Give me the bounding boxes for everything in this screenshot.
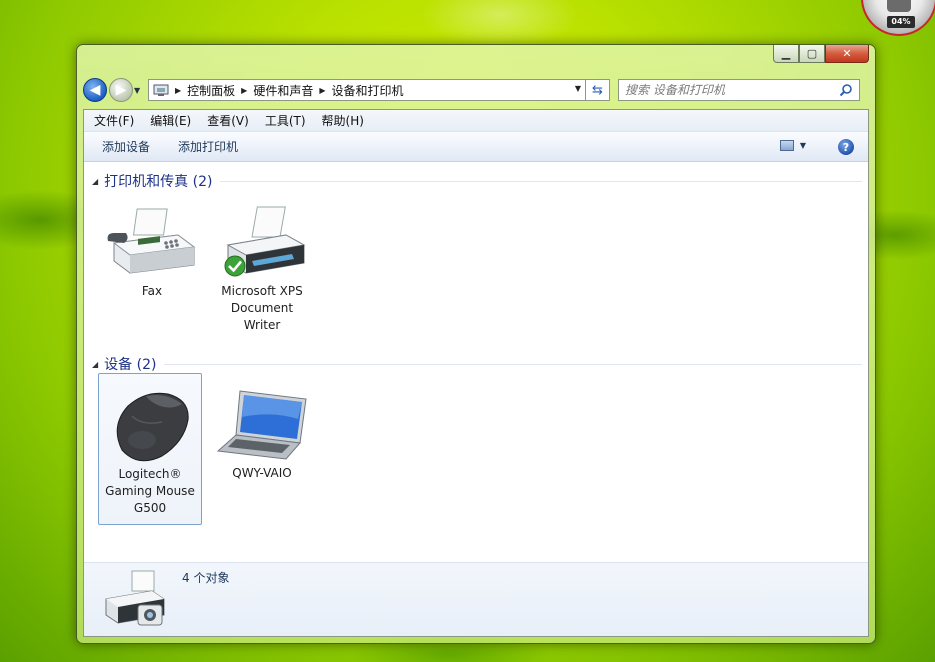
view-dropdown-icon[interactable]: ▼	[800, 141, 806, 150]
device-label-fax: Fax	[141, 284, 163, 298]
add-printer-button[interactable]: 添加打印机	[178, 138, 238, 155]
menu-tools[interactable]: 工具(T)	[265, 112, 306, 129]
menu-help[interactable]: 帮助(H)	[322, 112, 364, 129]
group-divider	[220, 180, 862, 182]
menu-view[interactable]: 查看(V)	[207, 112, 249, 129]
laptop-icon	[214, 385, 310, 465]
group-divider	[164, 363, 862, 365]
device-label-xps-writer: Microsoft XPS Document Writer	[221, 284, 303, 332]
search-box[interactable]	[618, 79, 860, 101]
gadget-value: 04%	[887, 16, 915, 28]
collapse-triangle-icon[interactable]: ◢	[92, 177, 98, 186]
item-count-text: 4 个对象	[182, 571, 230, 585]
gadget-dial	[887, 0, 911, 12]
device-tile-xps-writer[interactable]: Microsoft XPS Document Writer	[210, 203, 314, 334]
caption-buttons: ▁ ▢ ✕	[773, 45, 869, 65]
menu-file[interactable]: 文件(F)	[94, 112, 134, 129]
breadcrumb-hardware-and-sound[interactable]: 硬件和声音	[253, 82, 313, 99]
minimize-button[interactable]: ▁	[773, 45, 799, 63]
address-dropdown-icon[interactable]: ▼	[575, 84, 581, 93]
client-area: 文件(F) 编辑(E) 查看(V) 工具(T) 帮助(H) 添加设备 添加打印机…	[83, 109, 869, 637]
printer-icon	[214, 203, 310, 283]
mouse-icon	[102, 386, 198, 466]
address-bar[interactable]: ▶ 控制面板 ▶ 硬件和声音 ▶ 设备和打印机 ▼	[148, 79, 586, 101]
control-panel-icon	[153, 83, 169, 97]
group-header-devices[interactable]: ◢ 设备 (2)	[92, 354, 862, 374]
devices-and-printers-icon	[102, 569, 168, 629]
forward-arrow-icon: ▶	[115, 82, 127, 98]
breadcrumb-devices-and-printers[interactable]: 设备和打印机	[332, 82, 404, 99]
breadcrumb-separator[interactable]: ▶	[241, 86, 247, 95]
device-tile-gaming-mouse[interactable]: Logitech® Gaming Mouse G500	[98, 373, 202, 525]
change-view-button[interactable]: ▼	[779, 140, 806, 151]
back-button[interactable]: ◀	[83, 78, 107, 102]
refresh-button[interactable]: ⇆	[586, 79, 610, 101]
search-icon[interactable]	[839, 83, 853, 97]
command-bar: 添加设备 添加打印机 ▼ ?	[84, 132, 868, 162]
breadcrumb-control-panel[interactable]: 控制面板	[187, 82, 235, 99]
cpu-meter-gadget[interactable]: 04%	[861, 0, 935, 36]
help-button[interactable]: ?	[838, 139, 854, 155]
device-label-gaming-mouse: Logitech® Gaming Mouse G500	[105, 467, 195, 515]
refresh-icon: ⇆	[592, 82, 603, 98]
items-view: ◢ 打印机和传真 (2) Fax Microsoft XPS Document …	[84, 163, 868, 561]
device-label-laptop: QWY-VAIO	[232, 466, 292, 480]
close-button[interactable]: ✕	[825, 45, 869, 63]
details-pane: 4 个对象	[84, 562, 868, 636]
recent-pages-dropdown[interactable]: ▼	[134, 86, 144, 95]
search-input[interactable]	[625, 83, 825, 97]
back-arrow-icon: ◀	[89, 82, 101, 98]
group-title-devices: 设备 (2)	[104, 357, 157, 373]
collapse-triangle-icon[interactable]: ◢	[92, 360, 98, 369]
fax-icon	[104, 203, 200, 283]
add-device-button[interactable]: 添加设备	[102, 138, 150, 155]
device-tile-laptop[interactable]: QWY-VAIO	[210, 385, 314, 482]
menu-bar: 文件(F) 编辑(E) 查看(V) 工具(T) 帮助(H)	[84, 110, 868, 132]
help-icon: ?	[842, 140, 850, 154]
devices-and-printers-window: ▁ ▢ ✕ ◀ ▶ ▼ ▶ 控制面板 ▶ 硬件和声音 ▶ 设备和打印机 ▼ ⇆ …	[76, 44, 876, 644]
view-icon	[779, 140, 794, 151]
group-header-printers[interactable]: ◢ 打印机和传真 (2)	[92, 171, 862, 191]
maximize-button[interactable]: ▢	[799, 45, 825, 63]
breadcrumb-separator[interactable]: ▶	[175, 86, 181, 95]
menu-edit[interactable]: 编辑(E)	[150, 112, 191, 129]
breadcrumb-separator[interactable]: ▶	[319, 86, 325, 95]
default-printer-check-icon	[224, 255, 246, 277]
group-title-printers: 打印机和传真 (2)	[104, 174, 213, 190]
navigation-bar: ◀ ▶ ▼ ▶ 控制面板 ▶ 硬件和声音 ▶ 设备和打印机 ▼ ⇆	[83, 75, 869, 105]
device-tile-fax[interactable]: Fax	[100, 203, 204, 300]
forward-button[interactable]: ▶	[109, 78, 133, 102]
desktop-decoration	[420, 0, 580, 50]
